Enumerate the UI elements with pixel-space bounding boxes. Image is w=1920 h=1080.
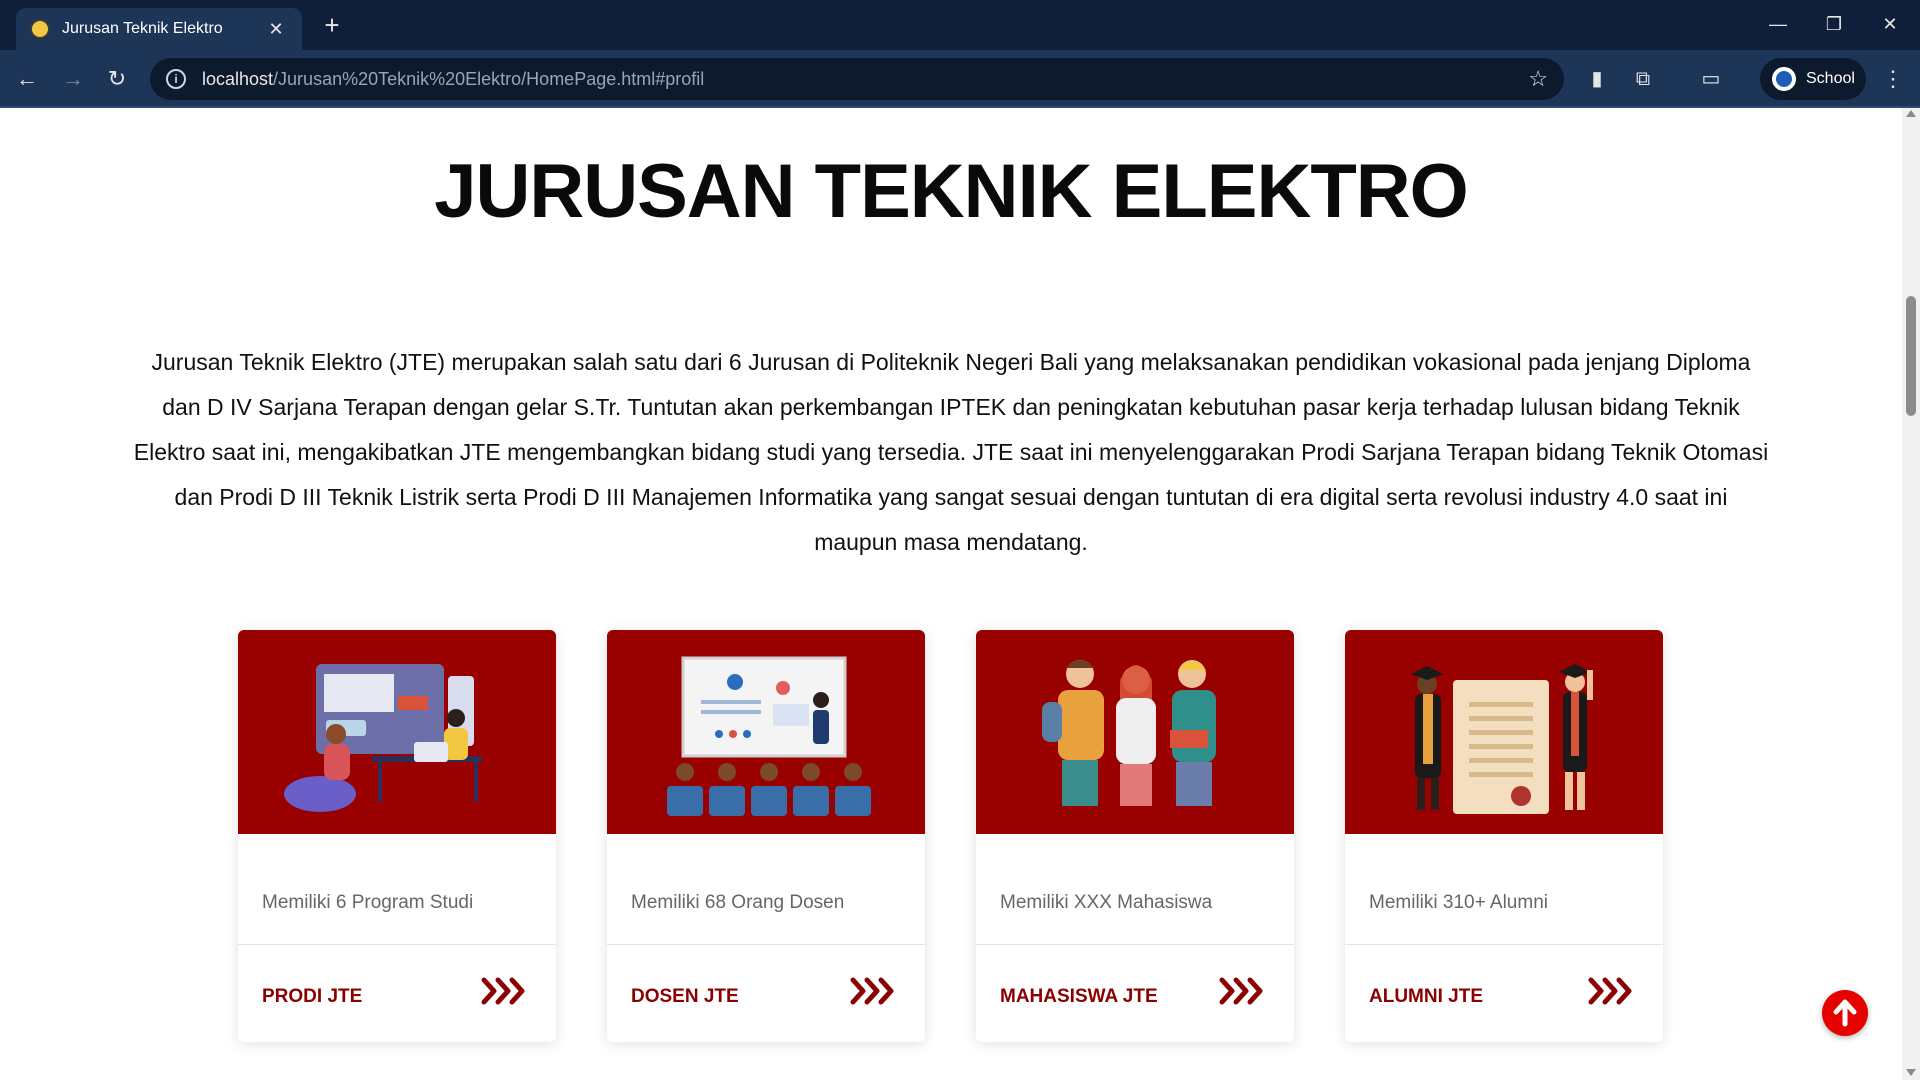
browser-menu-icon[interactable]: ⋮ bbox=[1878, 64, 1908, 94]
close-tab-icon[interactable]: ✕ bbox=[264, 17, 288, 41]
restore-icon[interactable]: ❐ bbox=[1806, 8, 1862, 40]
site-info-icon[interactable]: i bbox=[166, 69, 186, 89]
card-divider bbox=[238, 944, 556, 945]
alumni-jte-link[interactable]: ALUMNI JTE bbox=[1369, 986, 1483, 1008]
card-text: Memiliki XXX Mahasiswa bbox=[1000, 892, 1213, 913]
graduation-diploma-illustration-icon bbox=[1411, 664, 1593, 814]
forward-icon[interactable]: → bbox=[56, 62, 90, 96]
page-scrollbar[interactable] bbox=[1902, 108, 1920, 1080]
window-close-icon[interactable]: ✕ bbox=[1862, 8, 1918, 40]
url-host: localhost bbox=[202, 68, 274, 89]
minimize-icon[interactable]: — bbox=[1750, 8, 1806, 40]
tab-title: Jurusan Teknik Elektro bbox=[62, 20, 223, 37]
card-divider bbox=[976, 944, 1294, 945]
new-tab-icon[interactable]: + bbox=[318, 12, 346, 40]
card-mahasiswa: Memiliki XXX Mahasiswa MAHASISWA JTE bbox=[976, 630, 1294, 1042]
card-text: Memiliki 6 Program Studi bbox=[262, 892, 474, 913]
card-dosen: Memiliki 68 Orang Dosen DOSEN JTE bbox=[607, 630, 925, 1042]
url-text[interactable]: localhost/Jurusan%20Teknik%20Elektro/Hom… bbox=[202, 69, 1528, 90]
url-path: /Jurusan%20Teknik%20Elektro/HomePage.htm… bbox=[273, 68, 705, 89]
triple-chevron-right-icon[interactable] bbox=[849, 976, 897, 1006]
card-divider bbox=[1345, 944, 1663, 945]
site-favicon-icon bbox=[30, 19, 50, 39]
card-image bbox=[1345, 630, 1663, 834]
scroll-up-arrow-icon[interactable] bbox=[1906, 110, 1916, 117]
profile-button[interactable]: School bbox=[1760, 58, 1866, 100]
triple-chevron-right-icon[interactable] bbox=[1587, 976, 1635, 1006]
page-title: JURUSAN TEKNIK ELEKTRO bbox=[434, 149, 1469, 234]
back-icon[interactable]: ← bbox=[10, 62, 44, 96]
triple-chevron-right-icon[interactable] bbox=[1218, 976, 1266, 1006]
browser-tab-bar: Jurusan Teknik Elektro ✕ + — ❐ ✕ bbox=[0, 0, 1920, 50]
triple-chevron-right-icon[interactable] bbox=[480, 976, 528, 1006]
card-prodi: Memiliki 6 Program Studi PRODI JTE bbox=[238, 630, 556, 1042]
lecture-presentation-illustration-icon bbox=[667, 656, 871, 816]
bookmark-star-icon[interactable]: ☆ bbox=[1528, 66, 1548, 92]
card-alumni: Memiliki 310+ Alumni ALUMNI JTE bbox=[1345, 630, 1663, 1042]
card-image bbox=[607, 630, 925, 834]
card-image bbox=[976, 630, 1294, 834]
address-bar[interactable]: i localhost/Jurusan%20Teknik%20Elektro/H… bbox=[150, 58, 1564, 100]
card-grid: Memiliki 6 Program Studi PRODI JTE Memil… bbox=[238, 630, 1664, 1050]
scrollbar-thumb[interactable] bbox=[1906, 296, 1916, 416]
browser-tab[interactable]: Jurusan Teknik Elektro ✕ bbox=[16, 8, 302, 50]
page-viewport: JURUSAN TEKNIK ELEKTRO Jurusan Teknik El… bbox=[0, 108, 1920, 1080]
three-students-illustration-icon bbox=[1042, 660, 1216, 806]
scroll-down-arrow-icon[interactable] bbox=[1906, 1069, 1916, 1076]
card-divider bbox=[607, 944, 925, 945]
card-image bbox=[238, 630, 556, 834]
intro-paragraph: Jurusan Teknik Elektro (JTE) merupakan s… bbox=[133, 349, 1769, 555]
students-coding-illustration-icon bbox=[284, 664, 482, 812]
profile-name: School bbox=[1806, 70, 1855, 87]
cast-search-icon[interactable]: ▭ bbox=[1696, 64, 1726, 94]
reading-list-icon[interactable]: ▮ bbox=[1582, 64, 1612, 94]
dosen-jte-link[interactable]: DOSEN JTE bbox=[631, 986, 739, 1008]
arrow-up-icon bbox=[1833, 999, 1857, 1027]
reload-icon[interactable]: ↻ bbox=[100, 62, 134, 96]
scroll-to-top-button[interactable] bbox=[1822, 990, 1868, 1036]
mahasiswa-jte-link[interactable]: MAHASISWA JTE bbox=[1000, 986, 1158, 1008]
extensions-icon[interactable]: ⧉ bbox=[1628, 64, 1658, 94]
browser-toolbar: ← → ↻ i localhost/Jurusan%20Teknik%20Ele… bbox=[0, 50, 1920, 108]
prodi-jte-link[interactable]: PRODI JTE bbox=[262, 986, 362, 1008]
card-text: Memiliki 310+ Alumni bbox=[1369, 892, 1548, 913]
card-text: Memiliki 68 Orang Dosen bbox=[631, 892, 845, 913]
profile-avatar bbox=[1772, 67, 1796, 91]
